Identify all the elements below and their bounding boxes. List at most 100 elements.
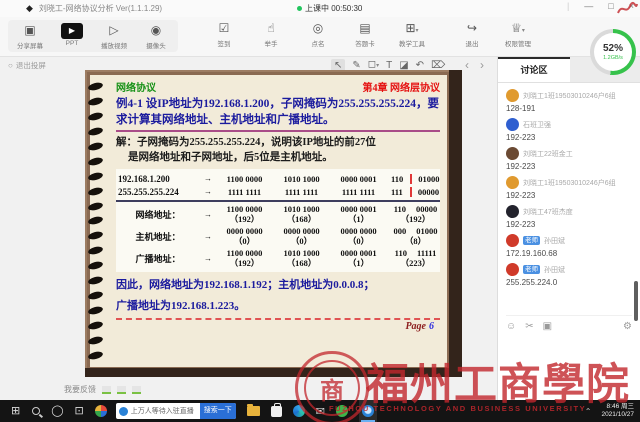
feedback-like-icon[interactable] [117, 386, 126, 394]
teaching-tools-button[interactable]: ⊞▾ 教学工具 [396, 20, 428, 48]
chat-message: 刘晓工1班19503010246户6组 192-223 [506, 176, 632, 200]
search-box-text: 上万人等待入驻直播 [131, 406, 194, 416]
divider [116, 318, 440, 320]
cortana-button[interactable]: ◯ [51, 400, 63, 422]
red-scribble-watermark [616, 1, 638, 17]
search-icon[interactable] [32, 407, 40, 415]
spiral-binding [88, 83, 106, 359]
discussion-sidebar: 讨论区 刘晓工1班19503010246户6组 128-191 石班卫强 192… [497, 57, 640, 400]
title-bar: ◆ 刘晓工-网络协议分析 Ver(1.1.1.29) 上课中 00:50:30 … [0, 0, 640, 17]
table-row-ip: 192.168.1.200 → 1100 0000 1010 1000 0000… [116, 172, 440, 185]
toolbar-group-session: ↪ 退出 ♕▾ 权限管理 [456, 20, 534, 48]
chat-message: 刘晓工47班杰度 192-223 [506, 205, 632, 229]
network-quality-gauge: 52% 1.2GB/s [590, 29, 636, 75]
exit-cast-icon: ○ [8, 61, 13, 70]
chat-input-toolbar: ☺ ✂ ▣ ⚙ [506, 315, 632, 332]
share-screen-button[interactable]: ▣ 分享屏幕 [14, 22, 46, 50]
feedback-emoji-icon[interactable] [102, 386, 111, 394]
table-row-network: 网络地址： → 1100 0000（192） 1010 1000（168） 00… [116, 204, 440, 224]
exit-button[interactable]: ↪ 退出 [456, 20, 488, 48]
pinned-app-green-icon[interactable] [336, 405, 348, 417]
arrow-icon: → [200, 187, 216, 196]
file-explorer-icon[interactable] [247, 406, 260, 416]
emoji-button[interactable]: ☺ [506, 321, 516, 332]
gauge-percent: 52% [603, 44, 623, 54]
hidden-icons-chevron[interactable]: ⌃ [585, 407, 592, 416]
chat-settings-button[interactable]: ⚙ [623, 321, 632, 332]
taskbar-search-box[interactable]: 上万人等待入驻直播 搜索一下 [116, 403, 236, 419]
active-app-icon[interactable] [359, 400, 377, 422]
share-screen-icon: ▣ [24, 22, 35, 39]
chat-scrollbar[interactable] [634, 281, 638, 321]
app-logo-icon [362, 405, 374, 417]
solution-line-1: 解：子网掩码为255.255.255.224，说明该IP地址的前27位 [116, 135, 440, 150]
tab-discussion[interactable]: 讨论区 [498, 57, 570, 82]
arrow-icon: → [200, 210, 216, 219]
chevron-down-icon: ▾ [376, 63, 379, 69]
exit-cast-button[interactable]: ○ 退出投屏 [8, 60, 46, 71]
feedback-label[interactable]: 我要反馈 [64, 384, 96, 395]
divider [116, 200, 440, 202]
window-title: 刘晓工-网络协议分析 Ver(1.1.1.29) [39, 3, 162, 14]
system-tray: ⌃ 8:46 周三 2021/10/27 [585, 403, 640, 419]
avatar [506, 89, 519, 102]
table-row-broadcast: 广播地址： → 1100 0000（192） 1010 1000（168） 00… [116, 248, 440, 268]
taskbar-clock[interactable]: 8:46 周三 2021/10/27 [601, 403, 634, 419]
answer-card-button[interactable]: ▤ 答题卡 [349, 20, 381, 48]
arrow-icon: → [200, 232, 216, 241]
teacher-badge: 老师 [523, 265, 540, 274]
start-button[interactable]: ⊞ [11, 400, 20, 422]
answer-card-icon: ▤ [359, 20, 370, 37]
shape-icon: ◻ [368, 59, 376, 70]
slide-course-title: 网络协议 [116, 79, 156, 94]
app-logo-icon: ◆ [26, 3, 33, 14]
chat-message-list: 刘晓工1班19503010246户6组 128-191 石班卫强 192-223… [498, 83, 640, 287]
search-go-button[interactable]: 搜索一下 [200, 403, 236, 419]
ppt-mode-button[interactable]: ▶ PPT [56, 22, 88, 47]
class-status-text: 上课中 00:50:30 [305, 3, 362, 14]
image-button[interactable]: ▣ [543, 321, 552, 332]
camera-button[interactable]: ◉ 摄像头 [140, 22, 172, 50]
avatar [506, 118, 519, 131]
play-video-button[interactable]: ▷ 播放视频 [98, 22, 130, 50]
raise-hand-button[interactable]: ☝ 举手 [255, 20, 287, 48]
pinned-app-icon[interactable] [95, 405, 107, 417]
permissions-button[interactable]: ♕▾ 权限管理 [502, 20, 534, 48]
chat-message: 刘晓工1班19503010246户6组 128-191 [506, 89, 632, 113]
feedback-bar: 我要反馈 [64, 384, 141, 395]
mail-app-icon[interactable]: ✉ [316, 405, 325, 418]
next-page-button[interactable]: › [480, 59, 484, 71]
slide-frame: 网络协议 第4章 网络层协议 例4-1 设IP地址为192.168.1.200，… [85, 70, 462, 377]
slide-page-nav: ‹ › [465, 59, 484, 71]
roll-call-icon: ◎ [313, 20, 323, 37]
maximize-button[interactable]: □ [608, 1, 613, 11]
ppt-icon: ▶ [61, 23, 83, 39]
chevron-down-icon: ▾ [416, 28, 419, 34]
microsoft-store-icon[interactable] [271, 406, 282, 417]
screenshot-button[interactable]: ✂ [525, 321, 533, 332]
task-view-button[interactable]: ⊡ [75, 400, 84, 422]
minimize-button[interactable]: — [584, 1, 593, 11]
table-row-host: 主机地址： → 0000 0000（0） 0000 0000（0） 0000 0… [116, 226, 440, 246]
titlebar-separator: | [567, 1, 569, 11]
chat-message: 老师孙田斌 172.19.160.68 [506, 234, 632, 258]
chevron-down-icon: ▾ [522, 28, 525, 34]
feedback-star-icon[interactable] [132, 386, 141, 394]
sign-in-button[interactable]: ☑ 签到 [208, 20, 240, 48]
edge-browser-icon[interactable] [293, 405, 305, 417]
exit-icon: ↪ [467, 20, 477, 37]
example-title: 例4-1 设IP地址为192.168.1.200，子网掩码为255.255.25… [116, 96, 440, 128]
avatar [506, 234, 519, 247]
toolbar-group-modes: ▣ 分享屏幕 ▶ PPT ▷ 播放视频 ◉ 摄像头 [8, 20, 178, 52]
raise-hand-icon: ☝ [267, 20, 274, 37]
prev-page-button[interactable]: ‹ [465, 59, 469, 71]
avatar [506, 147, 519, 160]
teaching-tools-icon: ⊞ [405, 21, 415, 35]
conclusion-line-2: 广播地址为192.168.1.223。 [116, 298, 440, 314]
live-dot-icon [297, 6, 302, 11]
roll-call-button[interactable]: ◎ 点名 [302, 20, 334, 48]
camera-icon: ◉ [151, 22, 161, 39]
clock-date: 2021/10/27 [601, 411, 634, 418]
sign-in-icon: ☑ [219, 20, 230, 37]
slide-canvas: 网络协议 第4章 网络层协议 例4-1 设IP地址为192.168.1.200，… [90, 75, 447, 367]
